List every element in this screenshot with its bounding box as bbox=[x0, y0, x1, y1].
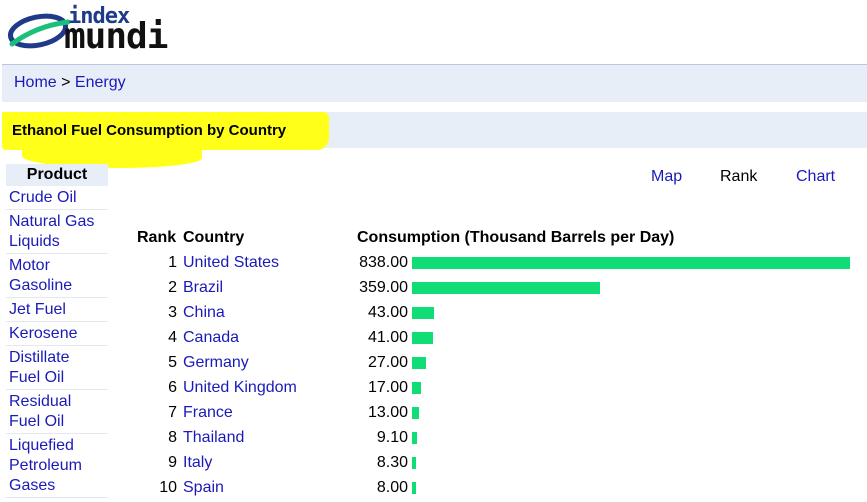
column-header-consumption: Consumption (Thousand Barrels per Day) bbox=[357, 229, 675, 246]
country-link[interactable]: Italy bbox=[183, 454, 212, 472]
country-link[interactable]: Spain bbox=[183, 479, 224, 497]
table-row: 3 China 43.00 bbox=[0, 304, 867, 329]
breadcrumb: Home > Energy bbox=[14, 74, 126, 92]
table-row: 10 Spain 8.00 bbox=[0, 479, 867, 502]
country-link[interactable]: Brazil bbox=[183, 279, 223, 297]
country-link[interactable]: Thailand bbox=[183, 429, 244, 447]
logo-text-mundi: mundi bbox=[64, 16, 168, 57]
consumption-bar bbox=[412, 307, 434, 319]
country-link[interactable]: Germany bbox=[183, 354, 249, 372]
sidebar-header: Product bbox=[6, 164, 108, 186]
consumption-bar bbox=[412, 257, 850, 269]
sidebar-item-link[interactable]: Crude Oil bbox=[9, 189, 77, 206]
country-link[interactable]: Canada bbox=[183, 329, 239, 347]
table-row: 8 Thailand 9.10 bbox=[0, 429, 867, 454]
sidebar-item: Natural Gas Liquids bbox=[6, 210, 108, 254]
rank-cell: 9 bbox=[168, 454, 177, 471]
consumption-value: 17.00 bbox=[367, 379, 408, 396]
breadcrumb-separator: > bbox=[56, 74, 75, 91]
column-header-country: Country bbox=[183, 229, 245, 246]
breadcrumb-bar: Home > Energy bbox=[2, 64, 867, 102]
page-title: Ethanol Fuel Consumption by Country bbox=[12, 122, 287, 139]
column-header-rank: Rank bbox=[137, 229, 177, 246]
consumption-value: 43.00 bbox=[367, 304, 408, 321]
consumption-value: 359.00 bbox=[359, 279, 408, 296]
consumption-bar bbox=[412, 432, 417, 444]
country-link[interactable]: United Kingdom bbox=[183, 379, 297, 397]
consumption-bar bbox=[412, 482, 416, 494]
consumption-bar bbox=[412, 357, 426, 369]
sidebar-item: Crude Oil bbox=[6, 186, 108, 210]
consumption-value: 9.10 bbox=[376, 429, 408, 446]
rank-cell: 2 bbox=[168, 279, 177, 296]
rank-cell: 5 bbox=[168, 354, 177, 371]
rank-cell: 7 bbox=[168, 404, 177, 421]
country-link[interactable]: China bbox=[183, 304, 225, 322]
consumption-value: 13.00 bbox=[367, 404, 408, 421]
consumption-bar bbox=[412, 382, 421, 394]
table-row: 9 Italy 8.30 bbox=[0, 454, 867, 479]
breadcrumb-home-link[interactable]: Home bbox=[14, 74, 57, 91]
site-logo[interactable]: index mundi bbox=[6, 4, 206, 57]
rank-cell: 3 bbox=[168, 304, 177, 321]
consumption-value: 838.00 bbox=[359, 254, 408, 271]
tab-map[interactable]: Map bbox=[651, 168, 682, 186]
sidebar-item-link[interactable]: Natural Gas Liquids bbox=[9, 213, 94, 250]
table-row: 1 United States 838.00 bbox=[0, 254, 867, 279]
country-link[interactable]: United States bbox=[183, 254, 279, 272]
rank-cell: 8 bbox=[168, 429, 177, 446]
table-row: 6 United Kingdom 17.00 bbox=[0, 379, 867, 404]
consumption-value: 27.00 bbox=[367, 354, 408, 371]
title-bar: Ethanol Fuel Consumption by Country bbox=[2, 112, 867, 168]
consumption-value: 8.30 bbox=[376, 454, 408, 471]
consumption-bar bbox=[412, 282, 600, 294]
breadcrumb-energy-link[interactable]: Energy bbox=[75, 74, 126, 91]
table-row: 2 Brazil 359.00 bbox=[0, 279, 867, 304]
consumption-value: 41.00 bbox=[367, 329, 408, 346]
tab-chart[interactable]: Chart bbox=[796, 168, 835, 186]
rank-cell: 10 bbox=[159, 479, 177, 496]
tab-rank: Rank bbox=[720, 168, 758, 185]
consumption-bar bbox=[412, 407, 419, 419]
rank-cell: 4 bbox=[168, 329, 177, 346]
country-link[interactable]: France bbox=[183, 404, 233, 422]
table-row: 5 Germany 27.00 bbox=[0, 354, 867, 379]
rank-cell: 1 bbox=[168, 254, 177, 271]
consumption-value: 8.00 bbox=[376, 479, 408, 496]
consumption-bar bbox=[412, 457, 416, 469]
table-row: 4 Canada 41.00 bbox=[0, 329, 867, 354]
consumption-bar bbox=[412, 332, 433, 344]
table-row: 7 France 13.00 bbox=[0, 404, 867, 429]
rank-cell: 6 bbox=[168, 379, 177, 396]
